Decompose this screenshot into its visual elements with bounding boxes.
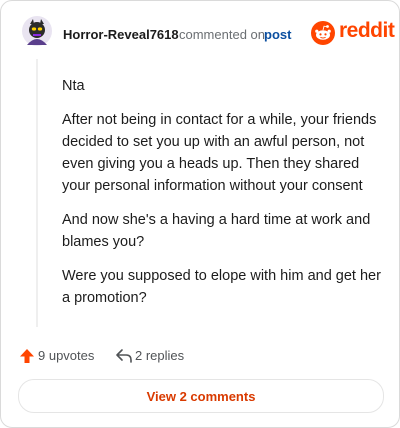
reply-count[interactable]: 2 replies [135,348,184,363]
comment-card: Horror-Reveal7618 commented on post redd… [0,0,400,428]
username[interactable]: Horror-Reveal7618 [63,27,179,42]
comment-paragraph: After not being in contact for a while, … [62,112,377,194]
comment-paragraph: And now she's a having a hard time at wo… [62,212,371,250]
reddit-snoo-icon [311,21,335,45]
thread-line [36,59,38,327]
reddit-wordmark: reddit [339,19,395,42]
comment-header: Horror-Reveal7618 commented on post redd… [21,15,395,51]
commented-on-label: commented on [179,27,265,42]
comment-paragraph: Nta [62,78,85,94]
upvote-arrow-icon[interactable] [19,348,35,364]
view-comments-button[interactable]: View 2 comments [18,379,384,413]
reply-arrow-icon[interactable] [115,348,133,364]
comment-actions: 9 upvotes 2 replies [19,345,379,367]
post-link[interactable]: post [264,27,291,42]
user-avatar[interactable] [21,15,53,47]
comment-paragraph: Were you supposed to elope with him and … [62,268,381,306]
upvote-count[interactable]: 9 upvotes [38,348,94,363]
comment-body: Nta After not being in contact for a whi… [62,75,382,321]
reddit-logo[interactable]: reddit [311,19,395,47]
